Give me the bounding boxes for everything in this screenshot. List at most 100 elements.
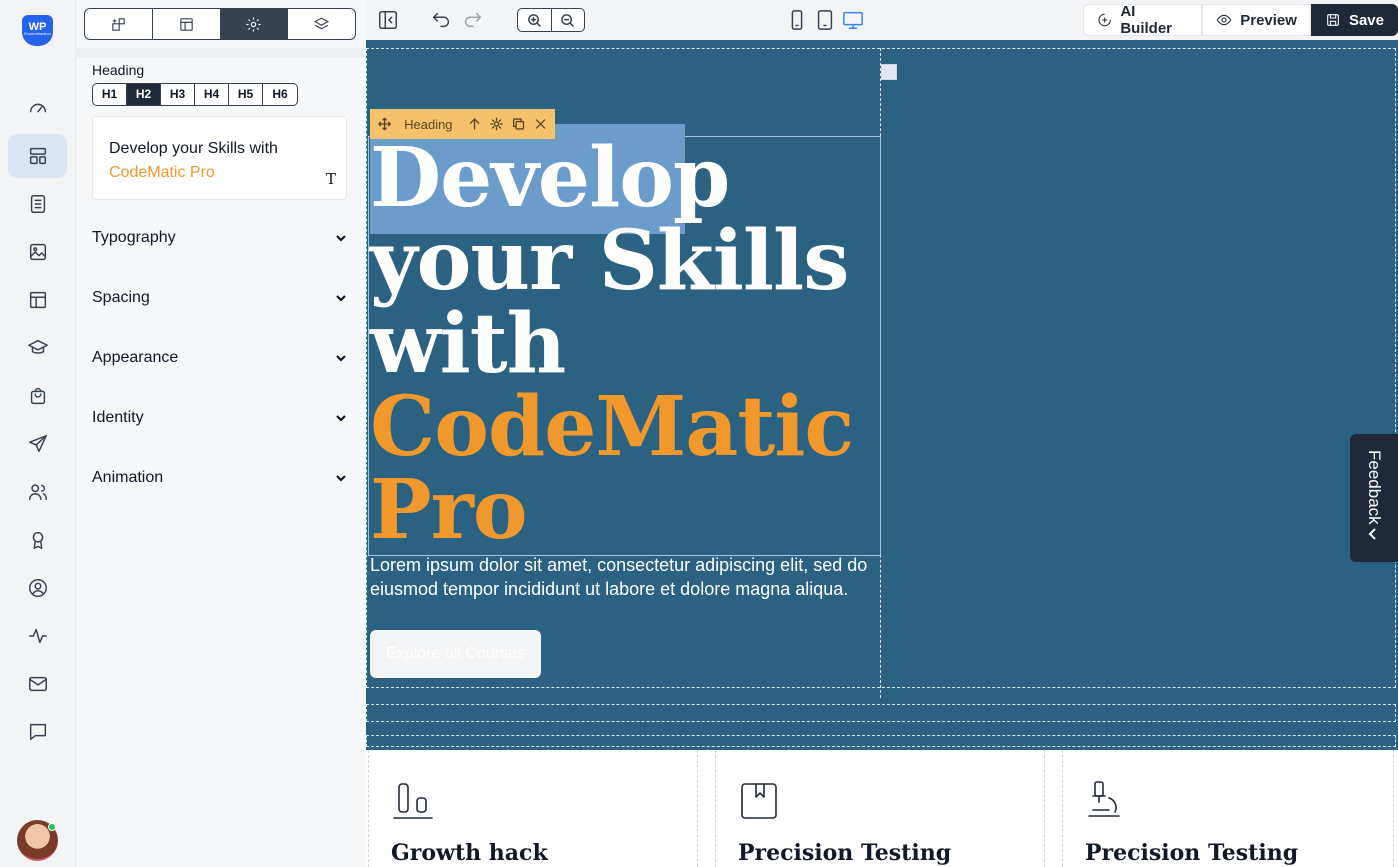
- delete-close-icon[interactable]: [534, 117, 547, 131]
- section-spacing[interactable]: Spacing: [92, 286, 347, 310]
- section-appearance[interactable]: Appearance: [92, 346, 347, 370]
- chevron-down-icon: [336, 415, 346, 422]
- online-status-dot: [48, 823, 56, 831]
- ai-builder-label: AI Builder: [1120, 3, 1173, 37]
- heading-label: Heading: [92, 62, 145, 78]
- document-list-icon[interactable]: [8, 182, 67, 226]
- hero-heading-line3: with: [370, 296, 566, 392]
- bookmark-box-icon: [741, 783, 777, 819]
- heading-level-h2[interactable]: H2: [127, 84, 161, 105]
- chat-message-icon[interactable]: [8, 710, 67, 754]
- editor-actions: AI Builder Preview Save: [1083, 3, 1398, 37]
- mail-icon[interactable]: [8, 662, 67, 706]
- collapse-sidebar-icon[interactable]: [376, 8, 400, 32]
- tab-layout[interactable]: [153, 9, 221, 39]
- hero-heading-line2: your Skills: [370, 213, 849, 309]
- hero-heading-line4: CodeMatic: [370, 379, 854, 475]
- feature-card-title: Precision Testing: [1085, 840, 1299, 866]
- chevron-down-icon: [336, 355, 346, 362]
- microscope-icon: [1088, 781, 1120, 817]
- shopping-bag-icon[interactable]: [8, 374, 67, 418]
- media-image-icon[interactable]: [8, 230, 67, 274]
- ai-builder-button[interactable]: AI Builder: [1083, 3, 1203, 37]
- section-typography[interactable]: Typography: [92, 226, 347, 250]
- pages-builder-icon[interactable]: [8, 134, 67, 178]
- hero-heading-line5: Pro: [370, 462, 528, 558]
- layers-icon: [314, 16, 330, 29]
- move-icon[interactable]: [378, 117, 391, 131]
- section-spacer-outline: [366, 704, 1396, 722]
- save-button[interactable]: Save: [1310, 4, 1398, 36]
- tablet-view-icon[interactable]: [813, 8, 837, 32]
- section-identity-label: Identity: [92, 409, 144, 426]
- graduation-cap-icon[interactable]: [8, 326, 67, 370]
- editor-toolbar: AI Builder Preview Save: [366, 0, 1398, 40]
- section-spacing-label: Spacing: [92, 289, 150, 306]
- heading-level-h3[interactable]: H3: [161, 84, 195, 105]
- element-settings-gear-icon[interactable]: [489, 117, 503, 131]
- element-toolbar: Heading: [370, 109, 555, 139]
- dashboard-icon[interactable]: [8, 86, 67, 130]
- panel-mode-tabs: [84, 8, 356, 40]
- feedback-label: Feedback: [1365, 450, 1384, 525]
- tab-settings[interactable]: [220, 9, 289, 39]
- preview-button[interactable]: Preview: [1202, 4, 1311, 36]
- panel-divider: [77, 48, 366, 58]
- hero-paragraph[interactable]: Lorem ipsum dolor sit amet, consectetur …: [370, 553, 880, 601]
- feedback-tab[interactable]: Feedback: [1350, 434, 1398, 562]
- send-icon[interactable]: [8, 422, 67, 466]
- preview-label: Preview: [1240, 11, 1297, 29]
- layout-icon: [179, 17, 193, 31]
- feature-card[interactable]: Precision Testing: [715, 750, 1045, 867]
- redo-icon[interactable]: [461, 8, 485, 32]
- blocks-icon: [112, 17, 125, 31]
- heading-level-h5[interactable]: H5: [229, 84, 263, 105]
- hero-heading[interactable]: Develop your Skills with CodeMatic Pro: [370, 137, 870, 552]
- user-circle-icon[interactable]: [8, 566, 67, 610]
- save-label: Save: [1348, 11, 1384, 29]
- app-logo[interactable]: WP Ecomnitraction: [22, 15, 53, 46]
- left-rail: WP Ecomnitraction: [0, 0, 76, 867]
- feature-card[interactable]: Precision Testing: [1062, 750, 1394, 867]
- chevron-down-icon: [336, 235, 346, 242]
- section-appearance-label: Appearance: [92, 349, 179, 366]
- zoom-out-icon[interactable]: [552, 9, 585, 31]
- award-badge-icon[interactable]: [8, 518, 67, 562]
- heading-text-line1: Develop your Skills with: [109, 140, 278, 157]
- layout-template-icon[interactable]: [8, 278, 67, 322]
- section-identity[interactable]: Identity: [92, 406, 347, 430]
- chart-bars-icon: [393, 783, 433, 819]
- section-animation[interactable]: Animation: [92, 466, 347, 490]
- select-parent-arrow-up-icon[interactable]: [468, 117, 481, 131]
- duplicate-icon[interactable]: [512, 117, 525, 131]
- eye-icon: [1216, 14, 1232, 26]
- explore-courses-button[interactable]: Explore all Courses: [370, 630, 541, 678]
- zoom-in-icon[interactable]: [518, 9, 552, 31]
- tab-add-blocks[interactable]: [85, 9, 153, 39]
- heading-level-h6[interactable]: H6: [263, 84, 297, 105]
- activity-icon[interactable]: [8, 614, 67, 658]
- heading-level-h4[interactable]: H4: [195, 84, 229, 105]
- tab-layers[interactable]: [288, 9, 355, 39]
- hero-section[interactable]: Develop your Skills with CodeMatic Pro H…: [366, 40, 1398, 750]
- save-icon: [1327, 14, 1339, 26]
- chevron-down-icon: [336, 475, 346, 482]
- heading-text-editor[interactable]: Develop your Skills with CodeMatic Pro T: [92, 116, 347, 200]
- user-avatar[interactable]: [17, 820, 58, 861]
- chevron-left-icon: [1368, 528, 1376, 540]
- heading-level-h1[interactable]: H1: [93, 84, 127, 105]
- section-spacer-outline-2: [366, 735, 1396, 747]
- broken-image-placeholder[interactable]: [881, 64, 897, 80]
- users-icon[interactable]: [8, 470, 67, 514]
- zoom-controls: [517, 8, 585, 32]
- features-section: Growth hack Precision Testing Precision …: [366, 750, 1398, 867]
- feature-card[interactable]: Growth hack: [368, 750, 698, 867]
- undo-icon[interactable]: [429, 8, 453, 32]
- text-format-icon[interactable]: T: [326, 167, 336, 191]
- page-canvas: Develop your Skills with CodeMatic Pro H…: [366, 40, 1398, 867]
- chevron-down-icon: [336, 295, 346, 302]
- desktop-view-icon[interactable]: [841, 8, 865, 32]
- feature-card-title: Precision Testing: [738, 840, 952, 866]
- heading-text-line2: CodeMatic Pro: [109, 164, 215, 181]
- mobile-view-icon[interactable]: [785, 8, 809, 32]
